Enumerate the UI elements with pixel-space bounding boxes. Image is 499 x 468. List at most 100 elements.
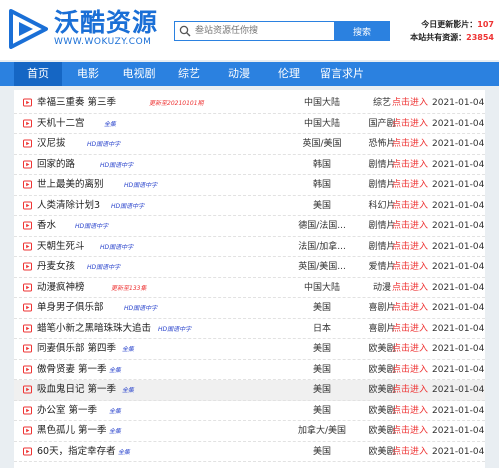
- enter-link[interactable]: 点击进入: [392, 298, 428, 318]
- video-title-link[interactable]: 办公室 第一季: [37, 401, 97, 421]
- update-status-tag: 全集: [109, 428, 122, 435]
- update-status-tag: HD国语中字: [124, 182, 158, 189]
- video-item-icon: [23, 160, 32, 168]
- video-title-link[interactable]: 丹麦女孩: [37, 257, 75, 277]
- enter-link[interactable]: 点击进入: [392, 155, 428, 175]
- update-date: 2021-01-04: [432, 221, 485, 231]
- update-date: 2021-01-04: [432, 200, 485, 211]
- update-date: 2021-01-04: [432, 405, 485, 416]
- list-item[interactable]: 黑色孤儿 第一季 全集 加拿大/美国 欧美剧 点击进入 2021-01-04: [14, 421, 485, 442]
- list-item[interactable]: 丹麦女孩 HD国语中字 英国/美国... 爱情片 点击进入 2021-01-04: [14, 257, 485, 278]
- enter-link[interactable]: 点击进入: [392, 339, 428, 359]
- video-title-link[interactable]: 吸血鬼日记 第一季: [37, 380, 116, 400]
- list-item[interactable]: 世上最美的离别 HD国语中字 韩国 剧情片 点击进入 2021-01-04: [14, 175, 485, 196]
- video-title-link[interactable]: 回家的路: [37, 155, 75, 175]
- site-stats: 今日更新影片：107 本站共有资源：23854: [410, 18, 494, 44]
- update-date: 2021-01-04: [432, 180, 485, 190]
- video-title-link[interactable]: 人类清除计划3: [37, 196, 100, 216]
- update-status-tag: 全集: [122, 387, 135, 394]
- site-logo[interactable]: 沃酷资源 WWW.WOKUZY.COM: [8, 8, 158, 52]
- update-status-tag: HD国语中字: [87, 264, 121, 271]
- nav-item-request[interactable]: 留言求片: [316, 62, 368, 86]
- nav-item-movies[interactable]: 电影: [70, 62, 106, 86]
- update-date: 2021-01-04: [432, 139, 485, 149]
- search-icon: [179, 25, 191, 37]
- video-item-icon: [23, 324, 32, 332]
- enter-link[interactable]: 点击进入: [392, 93, 428, 113]
- update-status-tag: HD国语中字: [111, 202, 145, 210]
- update-status-tag: HD国语中字: [158, 325, 192, 333]
- enter-link[interactable]: 点击进入: [392, 278, 428, 298]
- main-nav: 首页 电影 电视剧 综艺 动漫 伦理 留言求片: [0, 62, 499, 86]
- video-title-link[interactable]: 世上最美的离别: [37, 175, 104, 195]
- video-item-icon: [23, 119, 32, 127]
- video-title-link[interactable]: 天朝生死斗: [37, 237, 85, 257]
- enter-link[interactable]: 点击进入: [392, 114, 428, 134]
- update-status-tag: HD国语中字: [75, 223, 109, 230]
- enter-link[interactable]: 点击进入: [392, 257, 428, 277]
- video-title-link[interactable]: 汉尼拔: [37, 134, 66, 154]
- video-list: 幸福三重奏 第三季 更新至20210101期 中国大陆 综艺 点击进入 2021-01-0…: [14, 90, 485, 468]
- total-resources-label: 本站共有资源：: [410, 33, 467, 42]
- search-button[interactable]: 搜索: [334, 21, 390, 41]
- update-date: 2021-01-04: [432, 323, 485, 334]
- video-title-link[interactable]: 同妻俱乐部 第四季: [37, 339, 116, 359]
- enter-link[interactable]: 点击进入: [392, 196, 428, 216]
- list-item[interactable]: 天机十二宫 全集 中国大陆 国产剧 点击进入 2021-01-04: [14, 114, 485, 134]
- list-item[interactable]: 傲骨贤妻 第一季 全集 美国 欧美剧 点击进入 2021-01-04: [14, 360, 485, 380]
- enter-link[interactable]: 点击进入: [392, 175, 428, 195]
- list-item[interactable]: 蜡笔小新之黑暗珠珠大追击 HD国语中字 日本 喜剧片 点击进入 2021-01-04: [14, 319, 485, 339]
- nav-item-home[interactable]: 首页: [14, 62, 62, 86]
- list-item[interactable]: 香水 HD国语中字 德国/法国... 剧情片 点击进入 2021-01-04: [14, 216, 485, 237]
- video-title-link[interactable]: 蜡笔小新之黑暗珠珠大追击: [37, 319, 151, 339]
- video-title-link[interactable]: 香水: [37, 216, 56, 236]
- video-item-icon: [23, 180, 32, 189]
- enter-link[interactable]: 点击进入: [392, 401, 428, 421]
- list-item[interactable]: 天朝生死斗 HD国语中字 法国/加拿... 剧情片 点击进入 2021-01-04: [14, 237, 485, 257]
- nav-item-variety[interactable]: 综艺: [172, 62, 206, 86]
- update-date: 2021-01-04: [432, 241, 485, 252]
- video-title-link[interactable]: 动漫疯神榜: [37, 278, 85, 298]
- nav-item-anime[interactable]: 动漫: [222, 62, 256, 86]
- video-title-link[interactable]: 60天，指定幸存者: [37, 442, 116, 462]
- list-item[interactable]: 吸血鬼日记 第一季 全集 美国 欧美剧 点击进入 2021-01-04: [14, 380, 485, 401]
- update-status-tag: HD国语中字: [124, 305, 158, 312]
- list-item[interactable]: 动漫疯神榜 更新至133集 中国大陆 动漫 点击进入 2021-01-04: [14, 278, 485, 298]
- list-item[interactable]: 60天，指定幸存者 全集 美国 欧美剧 点击进入 2021-01-04: [14, 442, 485, 462]
- total-resources-count: 23854: [466, 33, 494, 42]
- video-title-link[interactable]: 黑色孤儿 第一季: [37, 421, 107, 441]
- enter-link[interactable]: 点击进入: [392, 216, 428, 236]
- enter-link[interactable]: 点击进入: [392, 442, 428, 462]
- video-item-icon: [23, 344, 32, 353]
- search-input[interactable]: [195, 23, 325, 39]
- today-updates: 今日更新影片：107: [410, 18, 494, 31]
- list-item[interactable]: 汉尼拔 HD国语中字 英国/美国 恐怖片 点击进入 2021-01-04: [14, 134, 485, 155]
- video-title-link[interactable]: 天机十二宫: [37, 114, 85, 134]
- enter-link[interactable]: 点击进入: [392, 319, 428, 339]
- list-item[interactable]: 办公室 第一季 全集 美国 欧美剧 点击进入 2021-01-04: [14, 401, 485, 421]
- update-date: 2021-01-04: [432, 385, 485, 395]
- enter-link[interactable]: 点击进入: [392, 380, 428, 400]
- video-item-icon: [23, 406, 32, 414]
- video-title-link[interactable]: 单身男子俱乐部: [37, 298, 104, 318]
- update-date: 2021-01-04: [432, 159, 485, 170]
- list-item[interactable]: 单身男子俱乐部 HD国语中字 美国 喜剧片 点击进入 2021-01-04: [14, 298, 485, 319]
- list-item[interactable]: 幸福三重奏 第三季 更新至20210101期 中国大陆 综艺 点击进入 2021-01-0…: [14, 93, 485, 114]
- update-status-tag: HD国语中字: [100, 161, 134, 169]
- nav-item-tv-series[interactable]: 电视剧: [118, 62, 160, 86]
- video-title-link[interactable]: 幸福三重奏 第三季: [37, 93, 116, 113]
- play-logo-icon: [9, 9, 48, 49]
- enter-link[interactable]: 点击进入: [392, 360, 428, 380]
- today-updates-label: 今日更新影片：: [421, 20, 478, 29]
- video-item-icon: [23, 98, 32, 107]
- list-item[interactable]: 人类清除计划3 HD国语中字 美国 科幻片 点击进入 2021-01-04: [14, 196, 485, 216]
- list-item[interactable]: 回家的路 HD国语中字 韩国 剧情片 点击进入 2021-01-04: [14, 155, 485, 175]
- enter-link[interactable]: 点击进入: [392, 237, 428, 257]
- video-item-icon: [23, 242, 32, 250]
- enter-link[interactable]: 点击进入: [392, 421, 428, 441]
- list-item[interactable]: 同妻俱乐部 第四季 全集 美国 欧美剧 点击进入 2021-01-04: [14, 339, 485, 360]
- update-status-tag: 全集: [122, 346, 135, 353]
- enter-link[interactable]: 点击进入: [392, 134, 428, 154]
- nav-item-ethics[interactable]: 伦理: [272, 62, 306, 86]
- video-title-link[interactable]: 傲骨贤妻 第一季: [37, 360, 107, 380]
